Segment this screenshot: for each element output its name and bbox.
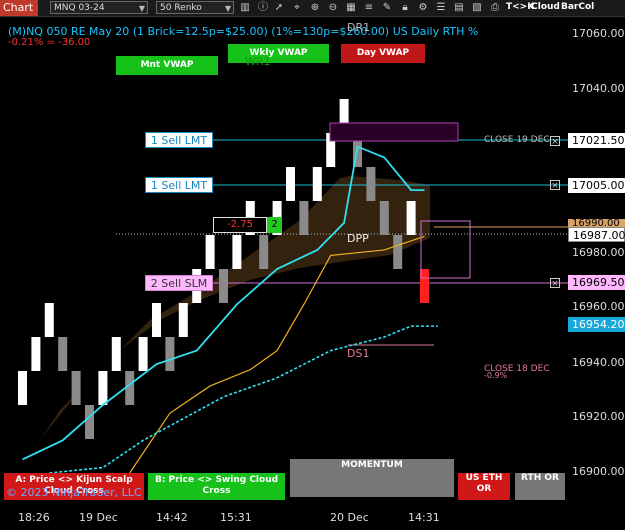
sell-stop-market-order[interactable]: 2 Sell SLM	[145, 275, 213, 291]
renko-brick	[31, 337, 41, 371]
rth-or-button[interactable]: RTH OR	[515, 473, 565, 500]
time-tick: 14:31	[408, 511, 440, 524]
renko-brick	[138, 337, 148, 371]
monthly-vwap-button[interactable]: Mnt VWAP	[116, 56, 218, 75]
price-tick: 17040.00	[572, 82, 625, 95]
daily-vwap-button[interactable]: Day VWAP	[341, 44, 425, 63]
renko-brick	[178, 303, 188, 337]
time-tick: 15:31	[220, 511, 252, 524]
renko-brick	[58, 337, 68, 371]
renko-brick	[286, 167, 295, 201]
renko-brick	[259, 235, 269, 269]
renko-brick	[366, 167, 376, 201]
renko-brick	[152, 303, 161, 337]
renko-brick	[393, 235, 403, 269]
wr1-label: WR1	[245, 55, 271, 68]
order-price-marker: 17021.50	[568, 133, 625, 148]
renko-brick	[379, 201, 389, 235]
ds1-label: DS1	[347, 347, 370, 360]
renko-brick	[312, 167, 322, 201]
position-quantity[interactable]: 2	[267, 217, 282, 233]
price-tick: 16900.00	[572, 465, 625, 478]
momentum-button[interactable]: MOMENTUM	[290, 459, 454, 497]
close-18-dec-pct: -0.9%	[484, 371, 508, 380]
price-tick: 16940.00	[572, 356, 625, 369]
order-price-marker: 17005.00	[568, 178, 625, 193]
renko-brick	[165, 337, 175, 371]
last-price-marker: 16987.00	[568, 227, 625, 242]
price-tick: 16920.00	[572, 410, 625, 423]
position-pnl: -2.75	[213, 217, 267, 233]
sell-limit-order-2[interactable]: 1 Sell LMT	[145, 177, 213, 193]
copyright-text: © 2023 NinjaTrader, LLC	[6, 486, 142, 499]
close-19-dec-label: CLOSE 19 DEC	[484, 135, 550, 145]
dr1-zone	[329, 122, 459, 142]
time-tick: 14:42	[156, 511, 188, 524]
time-tick: 19 Dec	[79, 511, 118, 524]
price-tick: 16960.00	[572, 300, 625, 313]
cancel-order-icon[interactable]: ×	[550, 136, 560, 147]
dashed-cloud-line	[49, 325, 438, 474]
dr1-label: DR1	[347, 21, 371, 34]
renko-brick	[85, 405, 94, 439]
renko-brick	[98, 371, 108, 405]
renko-brick	[18, 371, 27, 405]
time-tick: 20 Dec	[330, 511, 369, 524]
renko-brick	[71, 371, 81, 405]
renko-brick	[44, 303, 54, 337]
renko-brick	[406, 201, 416, 235]
renko-brick	[111, 337, 121, 371]
swing-cross-button[interactable]: B: Price <> Swing Cloud Cross	[148, 473, 285, 500]
sell-limit-order-1[interactable]: 1 Sell LMT	[145, 132, 213, 148]
cyan-level-marker: 16954.20	[568, 317, 625, 332]
weekly-vwap-button[interactable]: Wkly VWAP	[228, 44, 329, 63]
cancel-order-icon[interactable]: ×	[550, 278, 560, 289]
cancel-order-icon[interactable]: ×	[550, 180, 560, 191]
renko-brick	[299, 201, 309, 235]
time-tick: 18:26	[18, 511, 50, 524]
renko-brick	[232, 235, 242, 269]
price-chart[interactable]	[0, 0, 625, 530]
stop-price-marker: 16969.50	[568, 275, 625, 290]
us-eth-or-button[interactable]: US ETH OR	[458, 473, 510, 500]
renko-brick	[205, 235, 215, 269]
renko-brick	[219, 269, 228, 303]
daily-change: -0.21% = -36.00	[8, 37, 91, 48]
price-tick: 17060.00	[572, 27, 625, 40]
dpp-label: DPP	[347, 232, 369, 245]
price-tick: 16980.00	[572, 246, 625, 259]
